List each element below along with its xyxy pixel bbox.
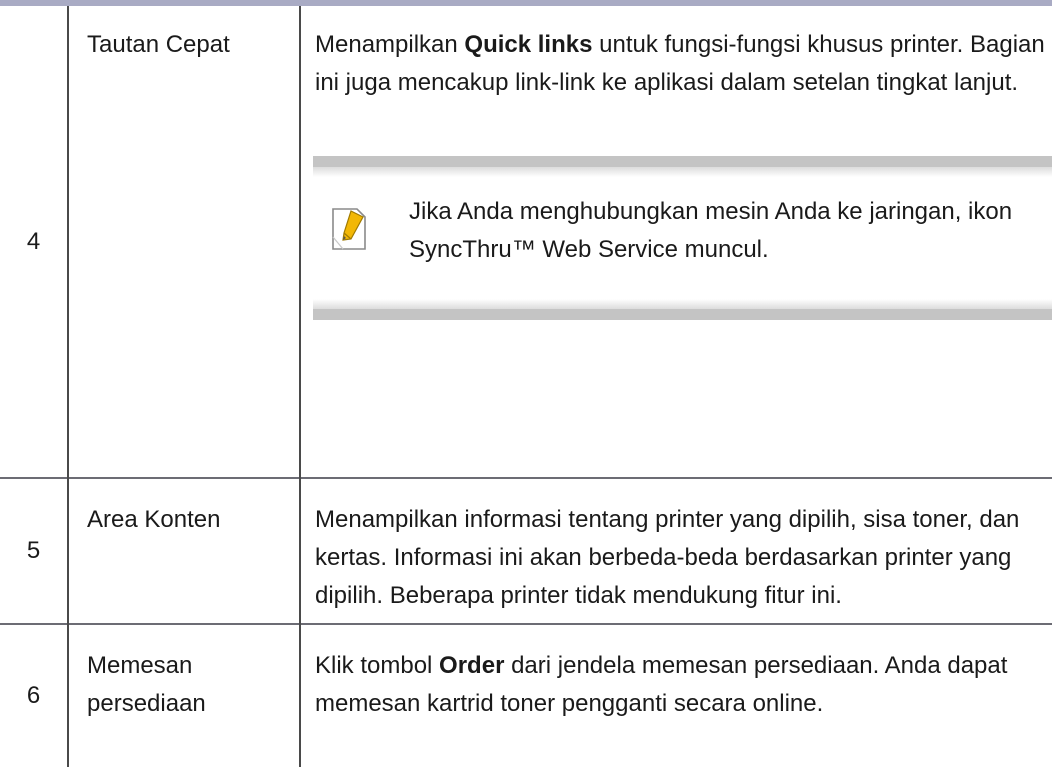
table-row: 5 Area Konten Menampilkan informasi tent…: [0, 477, 1052, 624]
note-pencil-icon: [331, 207, 367, 251]
description-text: Menampilkan Quick links untuk fungsi-fun…: [315, 31, 1045, 96]
row-number: 6: [0, 623, 69, 767]
row-name: Tautan Cepat: [68, 6, 301, 478]
row-description: Menampilkan Quick links untuk fungsi-fun…: [300, 6, 1052, 478]
note-text: Jika Anda menghubungkan mesin Anda ke ja…: [409, 198, 1013, 263]
feature-table: 4 Tautan Cepat Menampilkan Quick links u…: [0, 6, 1052, 767]
note-box: Jika Anda menghubungkan mesin Anda ke ja…: [313, 156, 1052, 320]
row-number: 5: [0, 477, 69, 624]
table-row: 6 Memesan persediaan Klik tombol Order d…: [0, 623, 1052, 767]
description-text: Klik tombol Order dari jendela memesan p…: [315, 652, 1008, 717]
row-description: Klik tombol Order dari jendela memesan p…: [300, 623, 1052, 767]
row-name: Memesan persediaan: [68, 623, 301, 767]
row-number: 4: [0, 6, 69, 478]
row-name: Area Konten: [68, 477, 301, 624]
row-description: Menampilkan informasi tentang printer ya…: [300, 477, 1052, 624]
table-row: 4 Tautan Cepat Menampilkan Quick links u…: [0, 6, 1052, 478]
quick-links-term: Quick links: [464, 31, 593, 58]
order-term: Order: [439, 652, 505, 679]
